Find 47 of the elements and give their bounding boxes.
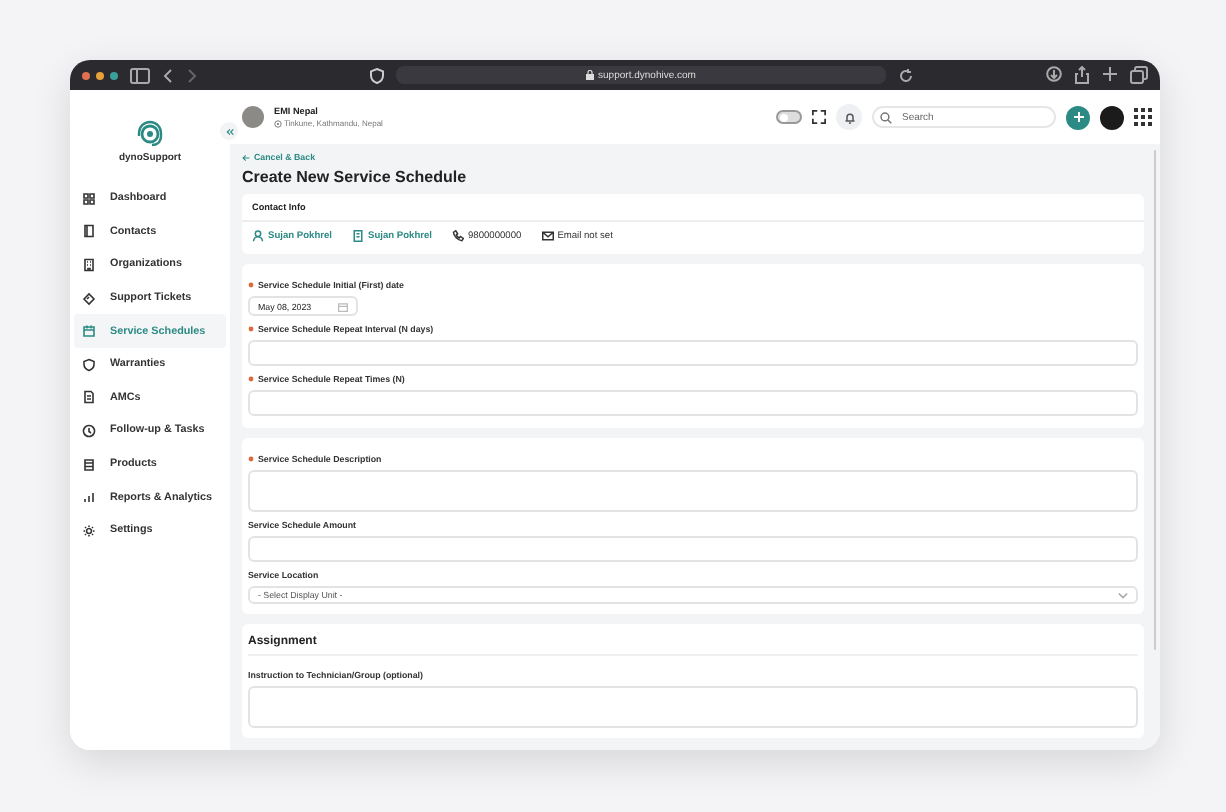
input-field[interactable] [248, 390, 1138, 416]
clock-icon [82, 423, 96, 438]
download-icon[interactable] [1046, 66, 1062, 82]
user-avatar[interactable] [1100, 105, 1124, 129]
minimize-window-icon[interactable] [96, 71, 104, 79]
add-button[interactable] [1066, 105, 1090, 129]
notification-button[interactable] [836, 104, 862, 130]
input-field[interactable] [248, 340, 1138, 366]
calendar-icon [338, 301, 348, 311]
lock-icon [586, 70, 595, 80]
avatar-photo-placeholder [242, 106, 264, 128]
calendar-icon [82, 324, 96, 339]
person-icon [252, 230, 264, 242]
apps-grid-icon[interactable] [1134, 108, 1152, 126]
search-icon [880, 111, 892, 123]
shield-icon[interactable] [370, 67, 384, 83]
reload-icon[interactable] [898, 67, 914, 83]
book-icon [82, 224, 96, 239]
share-icon[interactable] [1074, 66, 1090, 84]
left-arrow-icon [242, 153, 250, 161]
textarea-field[interactable] [248, 470, 1138, 512]
textarea-field[interactable] [248, 686, 1138, 728]
scrollbar[interactable] [1153, 150, 1156, 650]
shield-icon [82, 357, 96, 372]
bell-icon [843, 111, 855, 123]
box-icon [82, 457, 96, 472]
fullscreen-icon[interactable] [812, 110, 826, 124]
page-title: Create New Service Schedule [242, 168, 467, 186]
close-window-icon[interactable] [82, 71, 90, 79]
input-field[interactable] [248, 536, 1138, 562]
grid-icon [82, 191, 96, 206]
envelope-icon [541, 230, 554, 242]
tabs-icon[interactable] [1130, 66, 1148, 84]
double-chevron-left-icon [225, 127, 233, 135]
phone-icon [452, 230, 464, 242]
chevron-down-icon [1118, 591, 1128, 599]
plus-icon [1073, 112, 1083, 122]
document-icon [82, 390, 96, 405]
headset-logo-icon [134, 117, 166, 149]
bar-chart-icon [82, 490, 96, 505]
theme-toggle[interactable] [776, 110, 802, 124]
ticket-icon [82, 291, 96, 306]
maximize-window-icon[interactable] [110, 71, 118, 79]
sidebar-toggle-icon[interactable] [130, 67, 150, 83]
collapse-sidebar-button[interactable] [220, 122, 238, 140]
plus-icon[interactable] [1102, 66, 1118, 82]
gear-icon [82, 523, 96, 538]
